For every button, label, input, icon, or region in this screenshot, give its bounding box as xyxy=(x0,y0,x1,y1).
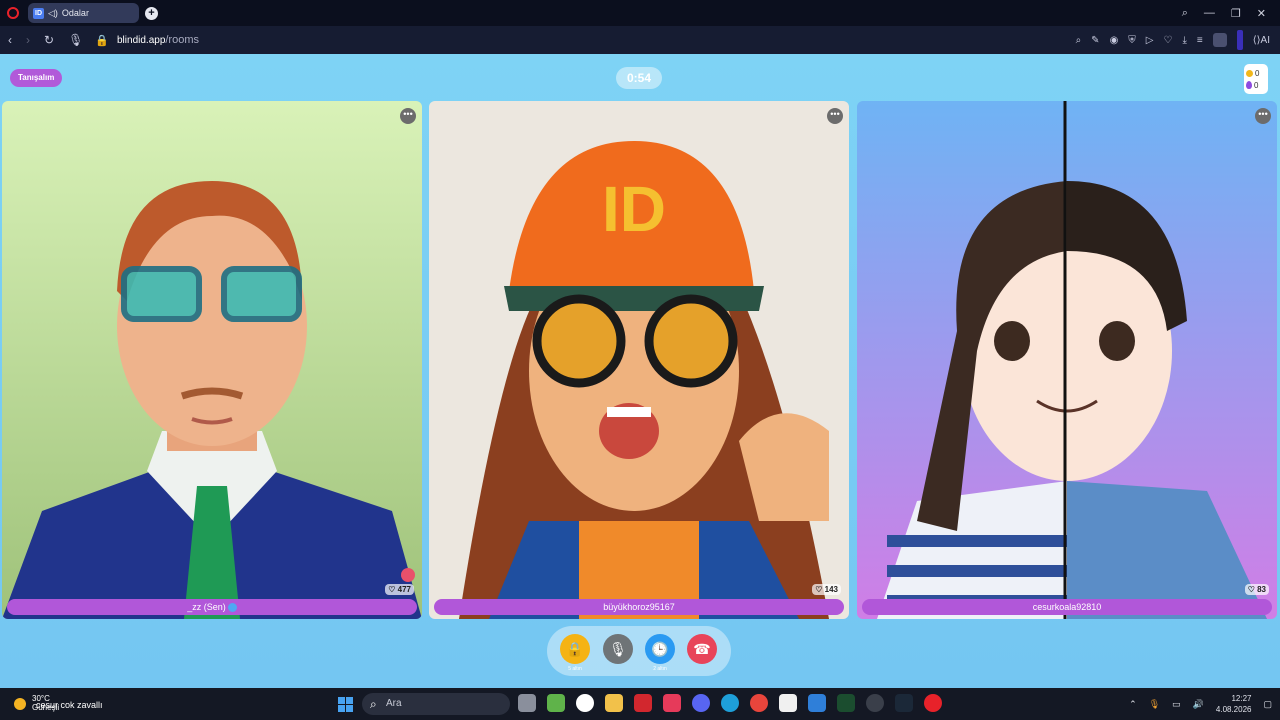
cap-logo-text: ID xyxy=(602,173,666,245)
lock-cost-label: 5 altın xyxy=(568,666,582,672)
url-field[interactable]: 🔒 blindid.app/rooms xyxy=(95,34,199,47)
avatar-man-image xyxy=(2,101,422,619)
clock[interactable]: 12:27 4.08.2026 xyxy=(1216,693,1252,715)
mute-mic-button[interactable]: 🎙 xyxy=(603,634,633,664)
minimize-button[interactable]: — xyxy=(1204,7,1215,19)
github-icon[interactable] xyxy=(866,694,884,712)
coin-icon xyxy=(1246,69,1253,77)
gem-icon xyxy=(1246,81,1252,89)
speaker-icon[interactable]: ◁) xyxy=(48,8,58,19)
lock-button[interactable]: 🔒 xyxy=(560,634,590,664)
participant-card-1[interactable]: ••• ♡ 477 _zz (Sen) xyxy=(2,101,422,619)
volume-icon[interactable]: 🔊 xyxy=(1193,699,1204,710)
window-controls: ⌕ — ❐ ✕ xyxy=(1182,7,1280,20)
browser-tab[interactable]: ID ◁) Odalar xyxy=(28,3,139,23)
profile-icon[interactable] xyxy=(1212,33,1227,47)
taskbar-search[interactable]: Ara xyxy=(362,693,510,715)
search-tabs-icon[interactable]: ⌕ xyxy=(1182,7,1188,20)
call-controls: 🔒 5 altın 🎙 🕒 2 altın ☎ xyxy=(547,626,731,676)
terminal-icon[interactable] xyxy=(837,694,855,712)
lock-icon: 🔒 xyxy=(95,34,109,47)
tab-favicon-icon: ID xyxy=(33,7,44,19)
system-tray: ⌃ 🎙 ▭ 🔊 12:27 4.08.2026 ▢ xyxy=(1129,693,1272,715)
currency-panel[interactable]: 0 0 xyxy=(1244,64,1268,94)
forward-button[interactable]: › xyxy=(26,33,30,47)
card-options-button[interactable]: ••• xyxy=(1255,108,1271,124)
participant-name-text: _zz (Sen) xyxy=(187,602,226,612)
reload-button[interactable]: ↻ xyxy=(44,33,54,47)
chatgpt-icon[interactable] xyxy=(576,694,594,712)
sun-icon xyxy=(14,698,26,710)
file-explorer-icon[interactable] xyxy=(605,694,623,712)
edit-icon[interactable]: ✎ xyxy=(1091,35,1099,46)
minecraft-icon[interactable] xyxy=(547,694,565,712)
like-count: ♡ 477 xyxy=(385,584,414,595)
coin-count: 0 xyxy=(1255,68,1260,78)
sidebar-divider xyxy=(1236,30,1243,50)
opera-logo-icon[interactable] xyxy=(7,7,19,19)
windows-taskbar: 30°C Güneşli cesur cok zavallı Ara ⌃ 🎙 ▭… xyxy=(0,688,1280,720)
windows-start-icon[interactable] xyxy=(338,697,353,712)
back-button[interactable]: ‹ xyxy=(8,33,12,47)
avatar-woman-cap-image: ID xyxy=(429,101,849,619)
url-domain: blindid.app xyxy=(117,35,166,46)
ai-label: AI xyxy=(1260,34,1270,46)
room-timer: 0:54 xyxy=(616,67,662,89)
overlay-caption: cesur cok zavallı xyxy=(36,700,103,710)
steam-icon[interactable] xyxy=(895,694,913,712)
camera-icon[interactable]: ◉ xyxy=(1110,35,1119,46)
restore-button[interactable]: ❐ xyxy=(1231,7,1241,20)
tanis-button[interactable]: Tanışalım xyxy=(10,69,63,87)
play-icon[interactable]: ▷ xyxy=(1146,35,1154,46)
mic-icon[interactable]: 🎙 xyxy=(68,33,83,47)
address-bar: ‹ › ↻ 🎙 🔒 blindid.app/rooms ⌕ ✎ ◉ ⛨ ▷ ♡ … xyxy=(0,26,1280,54)
taskbar-apps xyxy=(518,694,942,712)
search-icon[interactable]: ⌕ xyxy=(1076,35,1082,46)
extend-cost-label: 2 altın xyxy=(653,666,667,672)
shield-icon[interactable]: ⛨ xyxy=(1128,35,1136,46)
rooms-page: Tanışalım 0:54 0 0 ••• ♡ 477 _zz (Sen) I… xyxy=(0,54,1280,688)
chevron-up-icon[interactable]: ⌃ xyxy=(1129,699,1137,710)
ai-button[interactable]: ⟨⟩AI xyxy=(1253,35,1270,46)
participant-name: _zz (Sen) xyxy=(7,599,417,615)
opera-taskbar-icon[interactable] xyxy=(924,694,942,712)
participant-name: büyükhoroz95167 xyxy=(434,599,844,615)
card-options-button[interactable]: ••• xyxy=(827,108,843,124)
download-icon[interactable]: ⤓ xyxy=(1182,35,1186,46)
mic-muted-icon xyxy=(401,568,415,582)
task-view-icon[interactable] xyxy=(518,694,536,712)
extend-time-button[interactable]: 🕒 xyxy=(645,634,675,664)
menu-icon[interactable]: ≡ xyxy=(1197,35,1203,46)
store-icon[interactable] xyxy=(779,694,797,712)
like-count: ♡ 83 xyxy=(1244,584,1269,595)
clock-date: 4.08.2026 xyxy=(1215,705,1252,714)
notifications-icon[interactable]: ▢ xyxy=(1263,699,1272,710)
close-window-button[interactable]: ✕ xyxy=(1257,7,1266,20)
outlook-icon[interactable] xyxy=(808,694,826,712)
network-icon[interactable]: ▭ xyxy=(1172,699,1181,710)
verified-icon xyxy=(227,603,237,613)
tab-title: Odalar xyxy=(61,8,89,18)
participant-card-2[interactable]: ID ••• ♡ 143 büyükhoroz95167 xyxy=(429,101,849,619)
new-tab-button[interactable]: + xyxy=(145,6,158,20)
chrome-icon[interactable] xyxy=(750,694,768,712)
app-icon[interactable] xyxy=(663,694,681,712)
avatar-split-face-image xyxy=(857,101,1277,619)
clock-time: 12:27 xyxy=(1231,694,1252,703)
card-options-button[interactable]: ••• xyxy=(400,108,416,124)
like-count: ♡ 143 xyxy=(812,584,841,595)
participant-name: cesurkoala92810 xyxy=(862,599,1272,615)
browser-tabbar: ID ◁) Odalar + ⌕ — ❐ ✕ xyxy=(0,0,1280,26)
gem-count: 0 xyxy=(1254,80,1259,90)
discord-icon[interactable] xyxy=(692,694,710,712)
heart-icon[interactable]: ♡ xyxy=(1164,35,1173,46)
mic-tray-icon[interactable]: 🎙 xyxy=(1149,699,1160,710)
participant-card-3[interactable]: ••• ♡ 83 cesurkoala92810 xyxy=(857,101,1277,619)
hang-up-button[interactable]: ☎ xyxy=(687,634,717,664)
url-path: /rooms xyxy=(165,34,199,46)
wps-icon[interactable] xyxy=(634,694,652,712)
edge-icon[interactable] xyxy=(721,694,739,712)
